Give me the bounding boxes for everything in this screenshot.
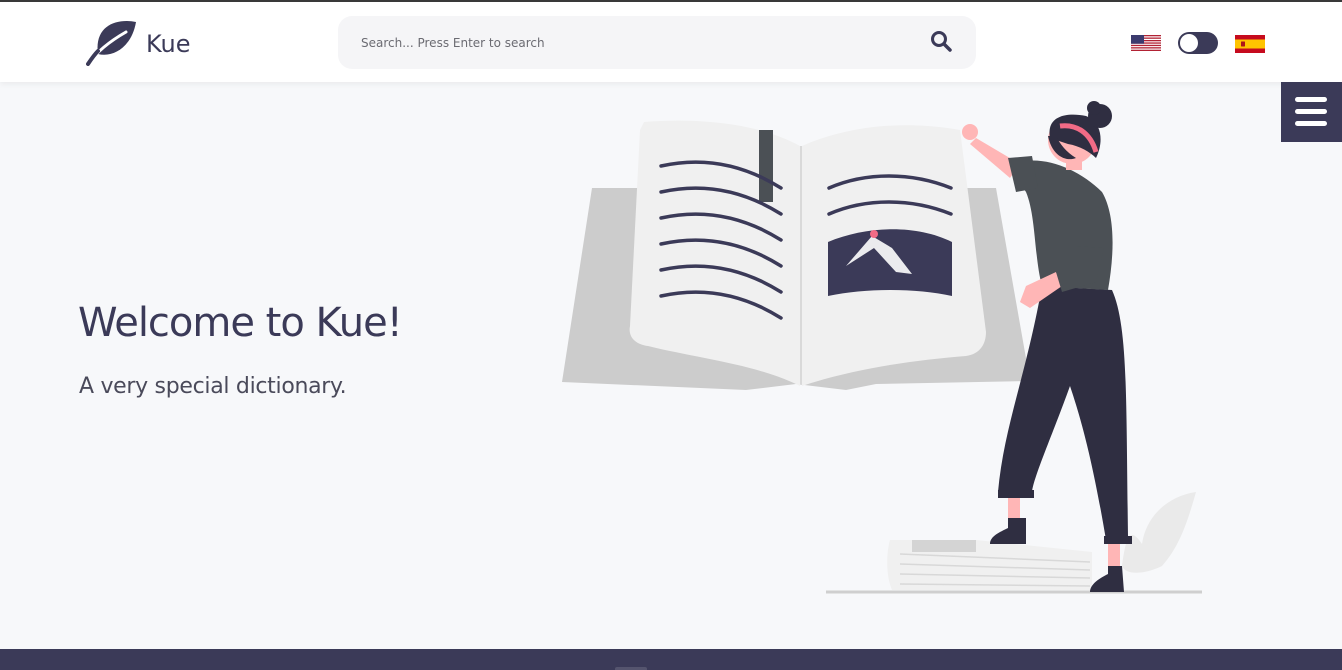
- book-left-page: [629, 120, 800, 387]
- logo-text: Kue: [146, 30, 191, 58]
- toggle-knob: [1180, 34, 1198, 52]
- hero-title: Welcome to Kue!: [78, 300, 403, 346]
- top-navbar: Kue: [0, 2, 1342, 82]
- leaf-icon: [86, 21, 136, 66]
- menu-bar: [1295, 109, 1327, 114]
- search-icon: [931, 31, 952, 52]
- search-bar: [338, 16, 976, 69]
- theme-toggle[interactable]: [1178, 32, 1218, 54]
- logo-link[interactable]: Kue: [86, 20, 191, 66]
- shoe-right: [1090, 566, 1124, 592]
- book-stack-cover: [912, 540, 976, 552]
- hamburger-menu-button[interactable]: [1281, 82, 1342, 142]
- pant-cuff-right: [1104, 536, 1132, 544]
- menu-bar: [1295, 121, 1327, 126]
- ankle-left: [1008, 498, 1020, 520]
- us-flag-icon[interactable]: [1131, 35, 1161, 51]
- picture-sun: [870, 230, 878, 238]
- search-input[interactable]: [338, 16, 898, 69]
- menu-bar: [1295, 97, 1327, 102]
- reading-woman-illustration: [562, 101, 1202, 594]
- bookmark: [759, 130, 773, 202]
- plant: [1122, 492, 1196, 573]
- ankle-right: [1108, 544, 1120, 566]
- spain-flag-icon[interactable]: [1235, 35, 1265, 53]
- woman-hair-bun-top: [1087, 101, 1101, 115]
- footer-bar: [0, 649, 1342, 670]
- shoe-left: [990, 518, 1026, 544]
- search-button[interactable]: [930, 30, 954, 54]
- pant-cuff-left: [998, 490, 1034, 498]
- hero-subtitle: A very special dictionary.: [79, 374, 347, 399]
- woman-raised-hand: [962, 124, 978, 140]
